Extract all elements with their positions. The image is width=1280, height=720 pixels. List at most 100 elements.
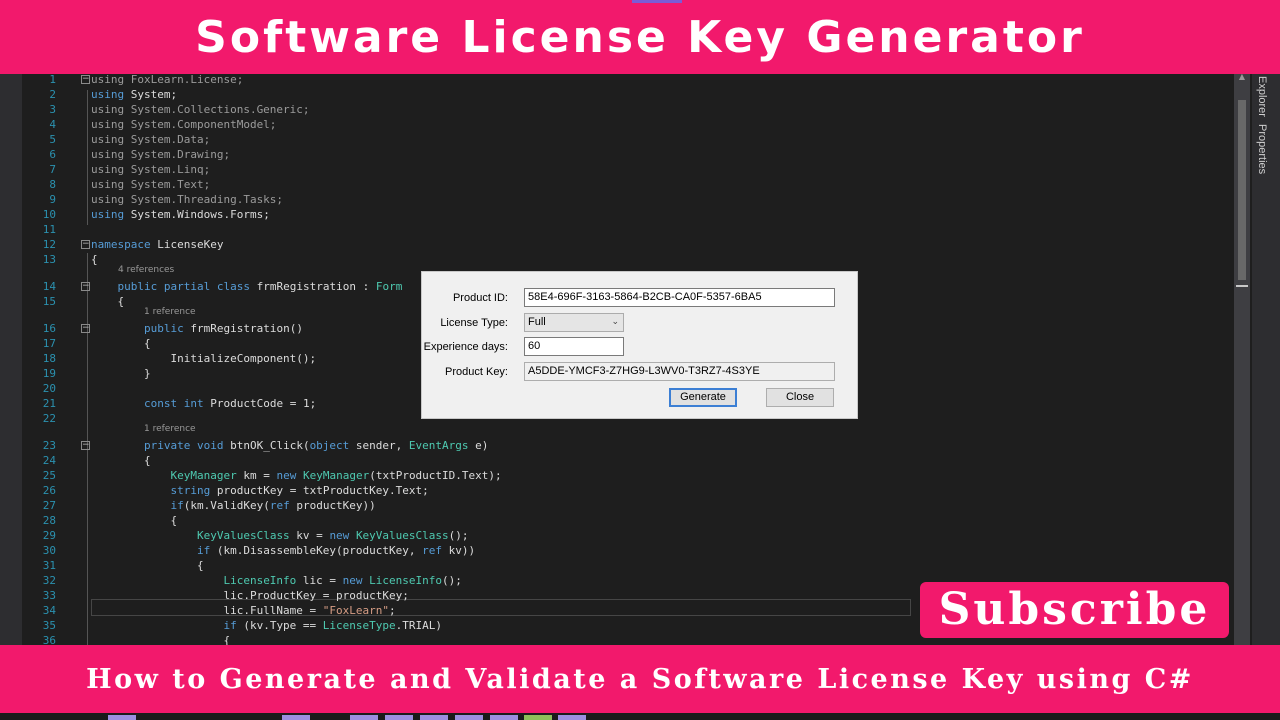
- taskbar-item[interactable]: [385, 715, 413, 720]
- code-line[interactable]: 13 {: [22, 252, 1234, 267]
- top-banner: Software License Key Generator: [0, 0, 1280, 74]
- taskbar-item[interactable]: [524, 715, 552, 720]
- experience-days-label: Experience days:: [423, 341, 508, 353]
- side-tabs: Explorer Properties: [1252, 70, 1280, 650]
- code-line[interactable]: 8 using System.Text;: [22, 177, 1234, 192]
- product-key-field[interactable]: A5DDE-YMCF3-Z7HG9-L3WV0-T3RZ7-4S3YE: [524, 362, 835, 381]
- line-number: 5: [49, 133, 56, 146]
- code-line[interactable]: 5 using System.Data;: [22, 132, 1234, 147]
- chevron-down-icon: ⌄: [611, 317, 619, 327]
- code-line[interactable]: 30 if (km.DisassembleKey(productKey, ref…: [22, 543, 1234, 558]
- taskbar-item[interactable]: [108, 715, 136, 720]
- license-type-select[interactable]: Full ⌄: [524, 313, 624, 332]
- line-number: 14: [42, 280, 56, 293]
- code-text: using System.Collections.Generic;: [91, 103, 310, 116]
- banner-title: Software License Key Generator: [195, 11, 1085, 63]
- scroll-thumb[interactable]: [1238, 100, 1246, 280]
- code-text: using System.Data;: [91, 133, 211, 146]
- taskbar-item[interactable]: [350, 715, 378, 720]
- code-text: using System.Text;: [91, 178, 211, 191]
- product-key-label: Product Key:: [445, 366, 508, 378]
- line-number: 12: [42, 238, 56, 251]
- code-line[interactable]: 9 using System.Threading.Tasks;: [22, 192, 1234, 207]
- line-number: 4: [49, 118, 56, 131]
- line-number: 35: [42, 619, 56, 632]
- collapse-icon[interactable]: −: [81, 324, 90, 333]
- code-text: if (km.DisassembleKey(productKey, ref kv…: [196, 544, 476, 557]
- code-line[interactable]: 31 {: [22, 558, 1234, 573]
- code-text: using System.ComponentModel;: [91, 118, 277, 131]
- line-number: 3: [49, 103, 56, 116]
- code-text: {: [91, 514, 178, 527]
- line-number: 20: [42, 382, 56, 395]
- code-text: namespace LicenseKey: [91, 238, 224, 251]
- code-text: {: [91, 295, 125, 308]
- code-line[interactable]: 3 using System.Collections.Generic;: [22, 102, 1234, 117]
- close-button[interactable]: Close: [766, 388, 834, 407]
- line-number: 13: [42, 253, 56, 266]
- line-number: 32: [42, 574, 56, 587]
- taskbar-item[interactable]: [558, 715, 586, 720]
- code-text: {: [91, 559, 204, 572]
- code-text: {: [91, 454, 151, 467]
- taskbar-item[interactable]: [490, 715, 518, 720]
- subscribe-button[interactable]: Subscribe: [920, 582, 1229, 638]
- code-line[interactable]: 26 string productKey = txtProductKey.Tex…: [22, 483, 1234, 498]
- license-type-label: License Type:: [440, 317, 508, 329]
- line-number: 17: [42, 337, 56, 350]
- collapse-icon[interactable]: −: [81, 75, 90, 84]
- code-text: using System.Windows.Forms;: [91, 208, 270, 221]
- code-line[interactable]: 27 if(km.ValidKey(ref productKey)): [22, 498, 1234, 513]
- code-text: private void btnOK_Click(object sender, …: [143, 439, 489, 452]
- code-line[interactable]: 11: [22, 222, 1234, 237]
- code-line[interactable]: 24 {: [22, 453, 1234, 468]
- line-number: 1: [49, 73, 56, 86]
- line-number: 31: [42, 559, 56, 572]
- experience-days-field[interactable]: 60: [524, 337, 624, 356]
- line-number: 27: [42, 499, 56, 512]
- code-line[interactable]: 6 using System.Drawing;: [22, 147, 1234, 162]
- tab-properties[interactable]: Properties: [1256, 124, 1268, 174]
- top-accent: [632, 0, 682, 3]
- code-line[interactable]: 28 {: [22, 513, 1234, 528]
- code-line[interactable]: 7 using System.Linq;: [22, 162, 1234, 177]
- code-line[interactable]: 23 − private void btnOK_Click(object send…: [22, 438, 1234, 453]
- code-line[interactable]: 4 using System.ComponentModel;: [22, 117, 1234, 132]
- code-text: {: [91, 253, 98, 266]
- line-number: 26: [42, 484, 56, 497]
- line-number: 15: [42, 295, 56, 308]
- scroll-marker: [1236, 285, 1248, 287]
- collapse-icon[interactable]: −: [81, 240, 90, 249]
- line-number: 34: [42, 604, 56, 617]
- code-text: lic.ProductKey = productKey;: [91, 589, 409, 602]
- code-text: const int ProductCode = 1;: [143, 397, 317, 410]
- code-text: KeyValuesClass kv = new KeyValuesClass()…: [196, 529, 469, 542]
- code-text: public frmRegistration(): [143, 322, 303, 335]
- line-number: 9: [49, 193, 56, 206]
- code-line[interactable]: 29 KeyValuesClass kv = new KeyValuesClas…: [22, 528, 1234, 543]
- code-text: using System.Linq;: [91, 163, 211, 176]
- taskbar-item[interactable]: [455, 715, 483, 720]
- line-number: 19: [42, 367, 56, 380]
- taskbar-item[interactable]: [282, 715, 310, 720]
- registration-dialog: Product ID: 58E4-696F-3163-5864-B2CB-CA0…: [421, 271, 858, 419]
- code-text: using System.Threading.Tasks;: [91, 193, 284, 206]
- line-number: 6: [49, 148, 56, 161]
- code-text: using FoxLearn.License;: [91, 73, 244, 86]
- code-line[interactable]: 10 using System.Windows.Forms;: [22, 207, 1234, 222]
- collapse-icon[interactable]: −: [81, 282, 90, 291]
- line-number: 28: [42, 514, 56, 527]
- code-line[interactable]: 25 KeyManager km = new KeyManager(txtPro…: [22, 468, 1234, 483]
- tab-explorer[interactable]: Explorer: [1256, 76, 1268, 117]
- product-id-field[interactable]: 58E4-696F-3163-5864-B2CB-CA0F-5357-6BA5: [524, 288, 835, 307]
- generate-button[interactable]: Generate: [669, 388, 737, 407]
- code-line[interactable]: 2 using System;: [22, 87, 1234, 102]
- editor-scrollbar[interactable]: ▲: [1234, 70, 1250, 650]
- line-number: 25: [42, 469, 56, 482]
- taskbar-item[interactable]: [420, 715, 448, 720]
- line-number: 7: [49, 163, 56, 176]
- code-line[interactable]: 1 − using FoxLearn.License;: [22, 72, 1234, 87]
- code-text: public partial class frmRegistration : F…: [117, 280, 403, 293]
- code-line[interactable]: 12 − namespace LicenseKey: [22, 237, 1234, 252]
- collapse-icon[interactable]: −: [81, 441, 90, 450]
